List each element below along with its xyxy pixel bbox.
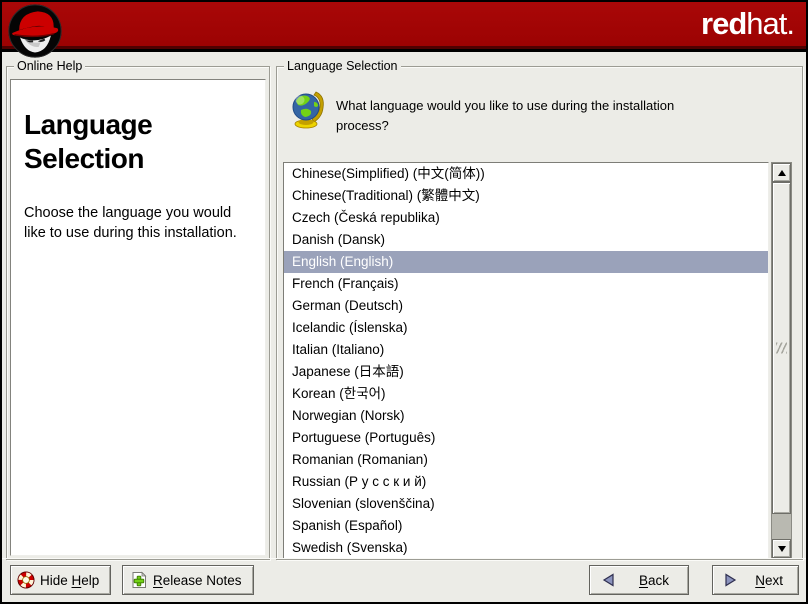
language-option[interactable]: Norwegian (Norsk) (284, 405, 768, 427)
header-red-band (2, 2, 806, 46)
online-help-frame-label: Online Help (14, 59, 85, 74)
language-list[interactable]: Chinese(Simplified) (中文(简体))Chinese(Trad… (283, 162, 769, 559)
next-button[interactable]: Next (712, 565, 799, 595)
language-option[interactable]: Icelandic (Íslenska) (284, 317, 768, 339)
language-option[interactable]: Danish (Dansk) (284, 229, 768, 251)
arrow-up-icon (778, 170, 786, 176)
help-content-area: Language Selection Choose the language y… (10, 79, 266, 556)
language-option[interactable]: Korean (한국어) (284, 383, 768, 405)
language-list-scrollbar[interactable] (771, 162, 792, 559)
scrollbar-thumb[interactable] (772, 182, 791, 514)
language-option[interactable]: Portuguese (Português) (284, 427, 768, 449)
redhat-wordmark: redhat. (701, 6, 794, 42)
language-option[interactable]: Romanian (Romanian) (284, 449, 768, 471)
globe-icon (287, 89, 327, 129)
scroll-up-button[interactable] (772, 163, 791, 182)
language-option[interactable]: English (English) (284, 251, 768, 273)
scrollbar-grip-icon (776, 343, 787, 354)
language-option[interactable]: German (Deutsch) (284, 295, 768, 317)
language-prompt-text: What language would you like to use duri… (336, 96, 698, 135)
language-option[interactable]: Chinese(Simplified) (中文(简体)) (284, 163, 768, 185)
language-option[interactable]: French (Français) (284, 273, 768, 295)
release-notes-icon (130, 571, 148, 589)
hide-help-button[interactable]: Hide Help (10, 565, 111, 595)
language-option[interactable]: Italian (Italiano) (284, 339, 768, 361)
brand-hat-text: hat (746, 6, 786, 41)
arrow-down-icon (778, 546, 786, 552)
back-button[interactable]: Back (589, 565, 689, 595)
scroll-down-button[interactable] (772, 539, 791, 558)
redhat-shadowman-logo-icon (7, 3, 63, 59)
button-bar: Hide Help Release Notes Back Next (2, 558, 806, 602)
back-arrow-icon (601, 572, 617, 588)
release-notes-label: Release Notes (153, 573, 242, 588)
next-label: Next (755, 573, 783, 588)
life-buoy-icon (17, 571, 35, 589)
hide-help-label: Hide Help (40, 573, 99, 588)
next-arrow-icon (722, 572, 738, 588)
header-bar: redhat. (2, 2, 806, 52)
back-label: Back (639, 573, 669, 588)
language-option[interactable]: Slovenian (slovenščina) (284, 493, 768, 515)
release-notes-button[interactable]: Release Notes (122, 565, 254, 595)
language-option[interactable]: Spanish (Español) (284, 515, 768, 537)
language-rows-container: Chinese(Simplified) (中文(简体))Chinese(Trad… (284, 163, 768, 559)
language-option[interactable]: Russian (Р у с с к и й) (284, 471, 768, 493)
language-option[interactable]: Japanese (日本語) (284, 361, 768, 383)
brand-dot: . (786, 6, 794, 41)
brand-red-text: red (701, 6, 746, 41)
header-black-line (2, 49, 806, 52)
language-selection-frame-label: Language Selection (284, 59, 401, 74)
online-help-panel: Online Help Language Selection Choose th… (6, 66, 270, 560)
language-option[interactable]: Chinese(Traditional) (繁體中文) (284, 185, 768, 207)
language-option[interactable]: Czech (Česká republika) (284, 207, 768, 229)
language-option[interactable]: Swedish (Svenska) (284, 537, 768, 559)
language-selection-panel: Language Selection What language would y… (276, 66, 803, 560)
installer-window: redhat. Online Help Language Selection C… (0, 0, 808, 604)
help-body-text: Choose the language you would like to us… (24, 203, 252, 243)
help-title: Language Selection (24, 108, 252, 176)
